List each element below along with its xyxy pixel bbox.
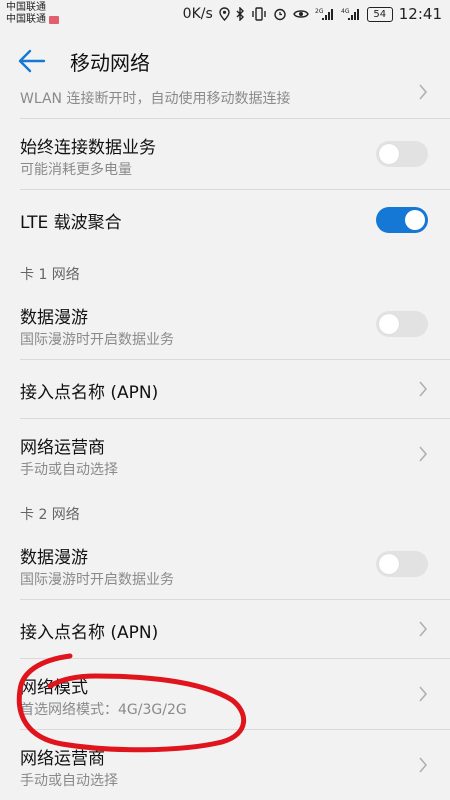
- svg-text:4G: 4G: [341, 8, 350, 15]
- lte-ca-row[interactable]: LTE 载波聚合: [0, 190, 450, 250]
- always-data-row[interactable]: 始终连接数据业务 可能消耗更多电量: [0, 119, 450, 189]
- wlan-fallback-row[interactable]: WLAN 连接断开时，自动使用移动数据连接: [0, 84, 450, 118]
- battery-level: 54: [373, 8, 387, 20]
- toggle-knob: [379, 314, 399, 334]
- card2-network-mode-title: 网络模式: [20, 678, 88, 698]
- card1-apn-title: 接入点名称 (APN): [20, 383, 159, 403]
- card2-roaming-subtitle: 国际漫游时开启数据业务: [20, 572, 174, 588]
- card1-operator-title: 网络运营商: [20, 438, 105, 458]
- card2-network-mode-row[interactable]: 网络模式 首选网络模式：4G/3G/2G: [0, 659, 450, 729]
- lte-ca-toggle[interactable]: [376, 207, 428, 233]
- card1-roaming-title: 数据漫游: [20, 308, 88, 328]
- page-title: 移动网络: [70, 51, 150, 75]
- status-bar: 中国联通 中国联通 0K/s 2G 4G 54 12:41: [0, 0, 450, 32]
- back-button[interactable]: [14, 44, 54, 78]
- card2-network-mode-subtitle: 首选网络模式：4G/3G/2G: [20, 702, 187, 718]
- card1-roaming-toggle[interactable]: [376, 311, 428, 337]
- card1-apn-row[interactable]: 接入点名称 (APN): [0, 360, 450, 418]
- card2-operator-row[interactable]: 网络运营商 手动或自动选择: [0, 730, 450, 800]
- card2-section-header: 卡 2 网络: [20, 507, 80, 523]
- toggle-knob: [379, 554, 399, 574]
- toggle-knob: [379, 144, 399, 164]
- back-arrow-icon: [18, 49, 46, 73]
- always-data-subtitle: 可能消耗更多电量: [20, 162, 132, 178]
- lte-ca-title: LTE 载波聚合: [20, 213, 122, 233]
- app-bar: 移动网络: [0, 32, 450, 90]
- clock: 12:41: [398, 5, 442, 23]
- carrier-2: 中国联通: [6, 14, 46, 25]
- battery-icon: 54: [366, 6, 393, 22]
- chevron-right-icon: [419, 621, 428, 637]
- chevron-right-icon: [419, 757, 428, 773]
- carrier-1: 中国联通: [6, 2, 46, 13]
- wlan-fallback-subtitle: WLAN 连接断开时，自动使用移动数据连接: [20, 91, 291, 107]
- card2-operator-title: 网络运营商: [20, 749, 105, 769]
- always-data-toggle[interactable]: [376, 141, 428, 167]
- network-speed: 0K/s: [182, 6, 213, 22]
- card2-roaming-row[interactable]: 数据漫游 国际漫游时开启数据业务: [0, 529, 450, 599]
- svg-text:2G: 2G: [315, 8, 324, 15]
- toggle-knob: [405, 210, 425, 230]
- card1-roaming-row[interactable]: 数据漫游 国际漫游时开启数据业务: [0, 289, 450, 359]
- eye-icon: [292, 8, 309, 20]
- signal-icon: 4G: [341, 7, 361, 21]
- alarm-icon: [273, 7, 287, 21]
- card1-operator-subtitle: 手动或自动选择: [20, 462, 118, 478]
- signal-icon: 2G: [315, 7, 335, 21]
- bluetooth-icon: [236, 7, 245, 21]
- carrier-info: 中国联通 中国联通: [6, 2, 59, 26]
- card1-section-header: 卡 1 网络: [20, 267, 80, 283]
- card2-roaming-title: 数据漫游: [20, 548, 88, 568]
- huawei-notification-icon: [49, 16, 59, 24]
- card2-operator-subtitle: 手动或自动选择: [20, 773, 118, 789]
- chevron-right-icon: [419, 84, 428, 100]
- card2-apn-title: 接入点名称 (APN): [20, 623, 159, 643]
- card1-operator-row[interactable]: 网络运营商 手动或自动选择: [0, 419, 450, 489]
- chevron-right-icon: [419, 446, 428, 462]
- card2-apn-row[interactable]: 接入点名称 (APN): [0, 600, 450, 658]
- card1-roaming-subtitle: 国际漫游时开启数据业务: [20, 332, 174, 348]
- vibrate-icon: [251, 7, 267, 21]
- card2-roaming-toggle[interactable]: [376, 551, 428, 577]
- chevron-right-icon: [419, 381, 428, 397]
- always-data-title: 始终连接数据业务: [20, 138, 156, 158]
- chevron-right-icon: [419, 686, 428, 702]
- location-icon: [219, 7, 230, 21]
